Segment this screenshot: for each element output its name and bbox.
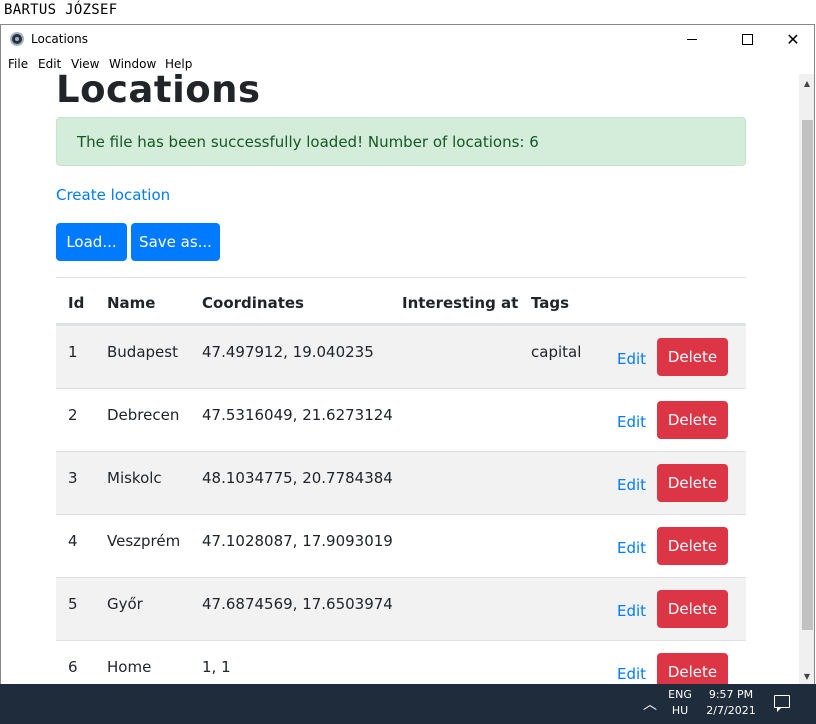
menu-bar: File Edit View Window Help <box>1 54 814 74</box>
close-icon: ✕ <box>786 30 800 49</box>
edit-link[interactable]: Edit <box>617 476 646 494</box>
cell-coordinates: 48.1034775, 20.7784384 <box>202 469 393 487</box>
table-row: 2 Debrecen 47.5316049, 21.6273124 Edit D… <box>56 388 746 451</box>
system-clock[interactable]: 9:57 PM 2/7/2021 <box>700 687 762 719</box>
app-icon <box>10 32 24 46</box>
language-code: ENG <box>668 688 692 701</box>
notification-center-icon[interactable] <box>774 695 790 712</box>
table-row: 1 Budapest 47.497912, 19.040235 capital … <box>56 325 746 388</box>
show-hidden-icons-chevron-icon[interactable]: ︿ <box>643 694 657 714</box>
author-name: BARTUS JÓZSEF <box>4 2 118 18</box>
keyboard-layout: HU <box>671 704 689 717</box>
cell-id: 2 <box>68 406 78 424</box>
header-coordinates: Coordinates <box>202 294 304 312</box>
header-tags: Tags <box>531 294 570 312</box>
app-window: Locations ✕ File Edit View Window Help L… <box>0 24 815 684</box>
cell-coordinates: 47.497912, 19.040235 <box>202 343 374 361</box>
clock-time: 9:57 PM <box>708 688 754 701</box>
cell-coordinates: 47.5316049, 21.6273124 <box>202 406 393 424</box>
header-interesting-at: Interesting at <box>402 294 519 312</box>
cell-id: 6 <box>68 658 78 676</box>
menu-view[interactable]: View <box>71 57 99 71</box>
save-as-button[interactable]: Save as... <box>131 223 220 261</box>
scroll-thumb[interactable] <box>802 120 813 630</box>
cell-tags: capital <box>531 343 582 361</box>
delete-button[interactable]: Delete <box>657 653 728 684</box>
create-location-link[interactable]: Create location <box>56 186 170 204</box>
cell-name: Győr <box>107 595 143 613</box>
cell-coordinates: 47.1028087, 17.9093019 <box>202 532 393 550</box>
cell-name: Home <box>107 658 152 676</box>
cell-id: 1 <box>68 343 78 361</box>
table-row: 3 Miskolc 48.1034775, 20.7784384 Edit De… <box>56 451 746 514</box>
input-language-indicator[interactable]: ENG HU <box>663 687 697 719</box>
table-header: Id Name Coordinates Interesting at Tags <box>56 277 746 325</box>
cell-id: 4 <box>68 532 78 550</box>
scroll-down-arrow-icon[interactable]: ▼ <box>799 667 814 684</box>
cell-name: Debrecen <box>107 406 180 424</box>
title-bar[interactable]: Locations ✕ <box>1 25 814 54</box>
header-id: Id <box>68 294 85 312</box>
delete-button[interactable]: Delete <box>657 590 728 628</box>
table-row: 6 Home 1, 1 Edit Delete <box>56 640 746 684</box>
cell-id: 3 <box>68 469 78 487</box>
edit-link[interactable]: Edit <box>617 665 646 683</box>
delete-button[interactable]: Delete <box>657 464 728 502</box>
table-row: 5 Győr 47.6874569, 17.6503974 Edit Delet… <box>56 577 746 640</box>
delete-button[interactable]: Delete <box>657 401 728 439</box>
cell-name: Miskolc <box>107 469 162 487</box>
maximize-button[interactable] <box>724 25 770 54</box>
page-title: Locations <box>56 74 261 111</box>
delete-button[interactable]: Delete <box>657 338 728 376</box>
edit-link[interactable]: Edit <box>617 350 646 368</box>
close-button[interactable]: ✕ <box>770 25 814 54</box>
scroll-up-arrow-icon[interactable]: ▲ <box>799 74 814 92</box>
window-title: Locations <box>31 32 89 46</box>
maximize-icon <box>741 34 753 45</box>
cell-coordinates: 1, 1 <box>202 658 231 676</box>
edit-link[interactable]: Edit <box>617 413 646 431</box>
load-button[interactable]: Load... <box>56 223 127 261</box>
cell-coordinates: 47.6874569, 17.6503974 <box>202 595 393 613</box>
menu-window[interactable]: Window <box>109 57 156 71</box>
menu-help[interactable]: Help <box>165 57 192 71</box>
menu-file[interactable]: File <box>8 57 28 71</box>
minimize-button[interactable] <box>669 25 715 54</box>
edit-link[interactable]: Edit <box>617 602 646 620</box>
delete-button[interactable]: Delete <box>657 527 728 565</box>
author-bar: BARTUS JÓZSEF <box>0 0 816 24</box>
cell-name: Budapest <box>107 343 178 361</box>
table-row: 4 Veszprém 47.1028087, 17.9093019 Edit D… <box>56 514 746 577</box>
taskbar: ︿ ENG HU 9:57 PM 2/7/2021 <box>0 684 816 724</box>
clock-date: 2/7/2021 <box>706 704 756 717</box>
minimize-icon <box>687 39 697 40</box>
success-alert: The file has been successfully loaded! N… <box>56 117 746 166</box>
cell-name: Veszprém <box>107 532 181 550</box>
edit-link[interactable]: Edit <box>617 539 646 557</box>
page-content: Locations The file has been successfully… <box>1 74 798 684</box>
menu-edit[interactable]: Edit <box>38 57 61 71</box>
vertical-scrollbar[interactable]: ▲ ▼ <box>799 74 814 684</box>
header-name: Name <box>107 294 156 312</box>
cell-id: 5 <box>68 595 78 613</box>
